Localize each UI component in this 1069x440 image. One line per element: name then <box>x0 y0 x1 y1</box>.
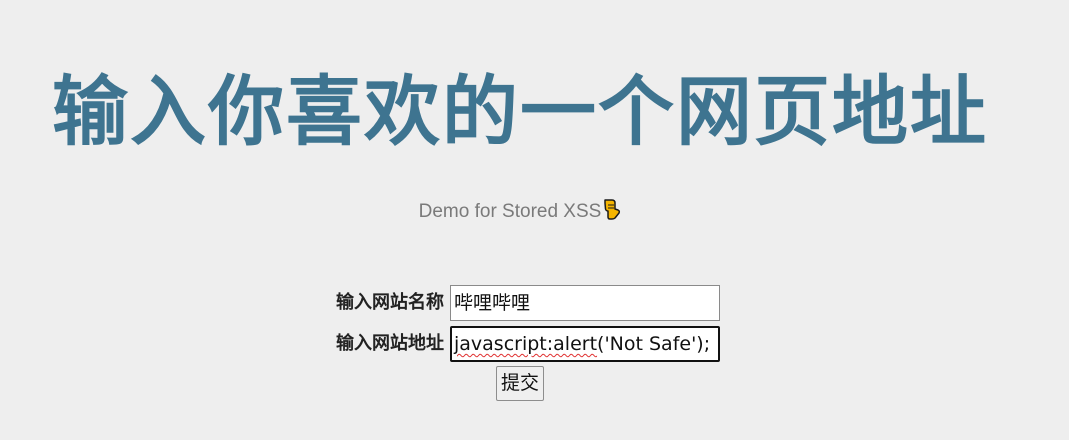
page-subtitle: Demo for Stored XSS <box>0 198 1040 227</box>
pointing-down-hand-icon <box>602 198 621 227</box>
url-value-text: ('Not Safe'); <box>597 333 711 355</box>
site-url-label: 输入网站地址 <box>336 333 444 354</box>
spellcheck-underlined-text: javascript:alert <box>454 333 598 355</box>
subtitle-text: Demo for Stored XSS <box>418 201 602 222</box>
site-url-row: 输入网站地址 javascript:alert('Not Safe'); <box>0 326 1069 362</box>
site-url-input[interactable]: javascript:alert('Not Safe'); <box>450 326 720 362</box>
page-title: 输入你喜欢的一个网页地址 <box>52 67 988 156</box>
submit-button[interactable]: 提交 <box>496 366 544 401</box>
site-name-label: 输入网站名称 <box>336 292 444 313</box>
site-name-row: 输入网站名称 哔哩哔哩 <box>0 285 1069 321</box>
site-name-input[interactable]: 哔哩哔哩 <box>450 285 720 321</box>
